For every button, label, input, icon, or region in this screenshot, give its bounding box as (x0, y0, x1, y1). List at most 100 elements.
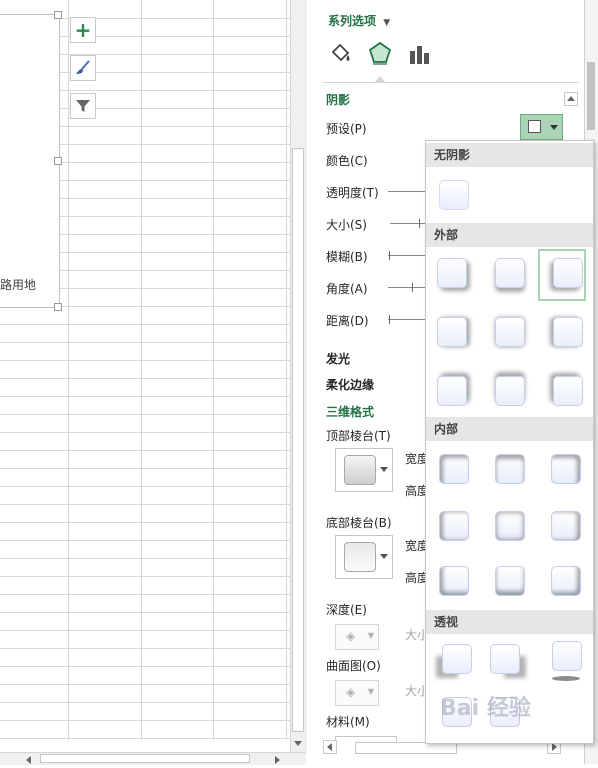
watermark-text: Bai 经验 (440, 696, 531, 721)
grid-row-line (0, 522, 290, 523)
scroll-left-icon[interactable] (323, 740, 337, 754)
material-label: 材料(M) (326, 715, 370, 729)
grid-row-line (0, 432, 290, 433)
shadow-heading[interactable]: 阴影 (326, 91, 350, 108)
size-slider-thumb[interactable] (419, 219, 420, 228)
grid-row-line (0, 630, 290, 631)
chart-styles-button[interactable] (70, 55, 96, 81)
shadow-preset-none[interactable] (439, 180, 469, 210)
shadow-preset-inner-9[interactable] (551, 566, 581, 596)
chart-elements-button[interactable]: + (70, 17, 96, 43)
shadow-preset-perspective-3[interactable] (552, 641, 582, 671)
window-scroll-thumb[interactable] (587, 62, 595, 130)
soft-edges-heading[interactable]: 柔化边缘 (326, 376, 374, 393)
scroll-left-icon[interactable] (24, 754, 34, 768)
shadow-preset-perspective-2[interactable] (490, 644, 520, 674)
shadow-preset-outer-2[interactable] (495, 258, 525, 288)
bottom-bevel-label: 底部棱台(B) (326, 516, 392, 530)
shadow-preset-inner-8[interactable] (495, 566, 525, 596)
paint-bucket-icon (331, 43, 350, 62)
scroll-up-icon[interactable] (564, 92, 578, 106)
shadow-preset-perspective-1[interactable] (442, 644, 472, 674)
scroll-right-icon[interactable] (272, 754, 282, 768)
shadow-preset-outer-8[interactable] (495, 376, 525, 406)
grid-row-line (0, 414, 290, 415)
chart-filters-button[interactable] (70, 93, 96, 119)
contour-color-button[interactable]: ◈ ▼ (335, 680, 379, 706)
grid-row-line (0, 612, 290, 613)
grid-row-line (0, 540, 290, 541)
depth-label: 深度(E) (326, 603, 367, 617)
depth-color-button[interactable]: ◈ ▼ (335, 624, 379, 650)
shadow-preset-inner-6[interactable] (551, 511, 581, 541)
shadow-preset-outer-1[interactable] (437, 258, 467, 288)
shadow-preset-outer-7[interactable] (437, 376, 467, 406)
grid-row-line (0, 738, 290, 739)
transparency-label: 透明度(T) (326, 186, 379, 200)
pentagon-icon (368, 41, 392, 65)
transparency-slider[interactable] (388, 191, 425, 192)
bar-chart-icon (410, 46, 429, 64)
grid-row-line (0, 648, 290, 649)
grid-row-line (0, 702, 290, 703)
shadow-preset-inner-7[interactable] (439, 566, 469, 596)
paint-bucket-icon: ◈ (346, 629, 356, 643)
grid-row-line (0, 666, 290, 667)
chevron-down-icon: ▼ (367, 631, 374, 640)
distance-slider-thumb[interactable] (389, 315, 390, 324)
angle-slider-thumb[interactable] (412, 283, 413, 292)
angle-label: 角度(A) (326, 282, 368, 296)
gallery-header-outer: 外部 (426, 223, 593, 247)
shadow-preset-outer-5[interactable] (495, 317, 525, 347)
chart-legend-text: 路用地 (0, 278, 37, 292)
grid-row-line (0, 396, 290, 397)
tab-fill-line[interactable] (328, 40, 354, 68)
grid-row-line (0, 486, 290, 487)
tab-divider (323, 82, 579, 83)
plus-icon: + (74, 18, 92, 42)
sheet-vertical-scroll-thumb[interactable] (292, 148, 304, 732)
gallery-header-perspective: 透视 (426, 610, 593, 634)
grid-row-line (0, 576, 290, 577)
chevron-down-icon: ▼ (367, 687, 374, 696)
tab-series-options[interactable] (406, 40, 432, 68)
grid-row-line (0, 720, 290, 721)
preset-swatch-icon (528, 120, 541, 133)
blur-slider-thumb[interactable] (389, 251, 390, 260)
glow-heading[interactable]: 发光 (326, 350, 350, 367)
shadow-preset-inner-2[interactable] (495, 454, 525, 484)
brush-icon (76, 60, 90, 74)
scroll-down-icon[interactable] (292, 738, 304, 752)
funnel-icon (76, 100, 90, 112)
bevel-preview-icon (344, 542, 376, 572)
series-options-dropdown[interactable]: 系列选项 ▼ (328, 12, 390, 29)
grid-row-line (0, 468, 290, 469)
distance-slider[interactable] (388, 319, 425, 320)
shadow-preset-outer-3[interactable] (553, 258, 583, 288)
grid-row-line (0, 684, 290, 685)
shadow-preset-outer-6[interactable] (553, 317, 583, 347)
blur-label: 模糊(B) (326, 250, 368, 264)
shadow-preset-inner-5[interactable] (495, 511, 525, 541)
perspective-shadow-mark (552, 676, 580, 681)
grid-row-line (0, 342, 290, 343)
chevron-down-icon (380, 467, 388, 472)
chart-area[interactable] (0, 11, 62, 311)
shadow-preset-inner-4[interactable] (439, 511, 469, 541)
3d-format-heading[interactable]: 三维格式 (326, 403, 374, 420)
tab-effects[interactable] (367, 40, 393, 68)
shadow-preset-outer-4[interactable] (437, 317, 467, 347)
top-bevel-dropdown[interactable] (335, 448, 393, 492)
shadow-preset-outer-9[interactable] (553, 376, 583, 406)
shadow-preset-inner-3[interactable] (551, 454, 581, 484)
bottom-bevel-dropdown[interactable] (335, 535, 393, 579)
shadow-preset-inner-1[interactable] (439, 454, 469, 484)
gallery-header-no-shadow: 无阴影 (426, 143, 593, 167)
angle-slider[interactable] (388, 287, 425, 288)
grid-row-line (0, 594, 290, 595)
color-label: 颜色(C) (326, 154, 368, 168)
blur-slider[interactable] (388, 255, 425, 256)
sheet-horizontal-scroll-thumb[interactable] (40, 754, 250, 763)
bevel-preview-icon (344, 455, 376, 485)
grid-row-line (0, 450, 290, 451)
